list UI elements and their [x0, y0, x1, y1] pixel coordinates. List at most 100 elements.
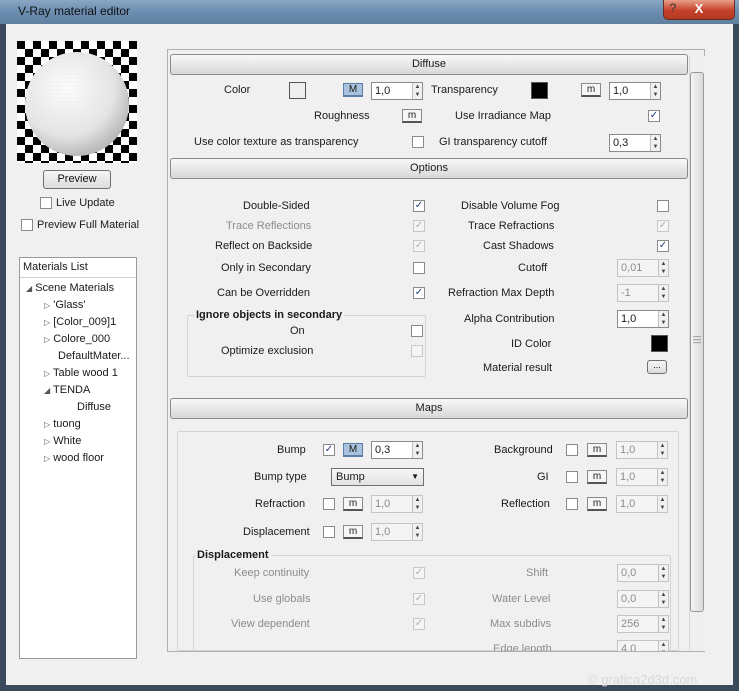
roughness-map-button[interactable]: m	[402, 109, 422, 123]
shift-spinner[interactable]: 0,0 ▲ ▼	[617, 564, 669, 582]
collapsed-arrow-icon[interactable]: ▷	[44, 369, 50, 378]
refraction-amount-spinner[interactable]: 1,0 ▲ ▼	[371, 495, 423, 513]
gi-label: GI	[537, 471, 549, 483]
tree-item[interactable]: ▷ [Color_009]1	[44, 316, 116, 328]
collapsed-arrow-icon[interactable]: ▷	[44, 318, 50, 327]
cast-shadows-checkbox[interactable]: ✓	[657, 240, 669, 252]
id-color-swatch[interactable]	[651, 335, 668, 352]
preview-full-checkbox[interactable]	[21, 219, 33, 231]
transparency-map-button[interactable]: m	[581, 83, 601, 97]
displacement-amount-spinner[interactable]: 1,0 ▲ ▼	[371, 523, 423, 541]
spinner-arrows-icon[interactable]: ▲▼	[658, 565, 668, 581]
maps-section-header[interactable]: Maps	[170, 398, 688, 419]
spinner-arrows-icon[interactable]: ▲▼	[412, 83, 422, 99]
cutoff-spinner[interactable]: 0,01 ▲ ▼	[617, 259, 669, 277]
gi-checkbox[interactable]	[566, 471, 578, 483]
spinner-arrows-icon[interactable]: ▲▼	[650, 135, 660, 151]
help-button[interactable]: ?	[660, 0, 686, 18]
view-dependent-checkbox[interactable]: ✓	[413, 618, 425, 630]
spinner-arrows-icon[interactable]: ▲▼	[658, 311, 668, 327]
irradiance-checkbox[interactable]: ✓	[648, 110, 660, 122]
options-section-header[interactable]: Options	[170, 158, 688, 179]
optimize-exclusion-checkbox[interactable]	[411, 345, 423, 357]
spinner-arrows-icon[interactable]: ▲▼	[657, 496, 667, 512]
spinner-arrows-icon[interactable]: ▲▼	[658, 591, 668, 607]
reflection-amount-spinner[interactable]: 1,0 ▲ ▼	[616, 495, 668, 513]
gi-amount-spinner[interactable]: 1,0 ▲ ▼	[616, 468, 668, 486]
scrollbar-thumb[interactable]: — — —	[690, 72, 704, 612]
spinner-arrows-icon[interactable]: ▲▼	[658, 616, 668, 632]
collapsed-arrow-icon[interactable]: ▷	[44, 420, 50, 429]
tree-item[interactable]: DefaultMater...	[58, 350, 130, 362]
preview-button[interactable]: Preview	[43, 170, 111, 189]
spinner-arrows-icon[interactable]: ▲▼	[657, 469, 667, 485]
collapsed-arrow-icon[interactable]: ▷	[44, 301, 50, 310]
spinner-arrows-icon[interactable]: ▲▼	[658, 641, 668, 651]
refraction-max-depth-spinner[interactable]: -1 ▲ ▼	[617, 284, 669, 302]
live-update-checkbox[interactable]	[40, 197, 52, 209]
expanded-arrow-icon[interactable]: ◢	[44, 386, 50, 395]
disable-volume-fog-checkbox[interactable]	[657, 200, 669, 212]
displacement-group-title: Displacement	[195, 549, 271, 561]
keep-continuity-checkbox[interactable]: ✓	[413, 567, 425, 579]
diffuse-section-header[interactable]: Diffuse	[170, 54, 688, 75]
materials-list[interactable]: Materials List ◢ Scene Materials ▷ 'Glas…	[19, 257, 137, 659]
trace-refractions-checkbox[interactable]: ✓	[657, 220, 669, 232]
displacement-checkbox[interactable]	[323, 526, 335, 538]
refraction-map-button[interactable]: m	[343, 497, 363, 511]
spinner-arrows-icon[interactable]: ▲▼	[412, 442, 422, 458]
spinner-arrows-icon[interactable]: ▲▼	[412, 524, 422, 540]
expanded-arrow-icon[interactable]: ◢	[26, 284, 32, 293]
spinner-arrows-icon[interactable]: ▲▼	[657, 442, 667, 458]
tree-item[interactable]: ▷ 'Glass'	[44, 299, 86, 311]
spinner-arrows-icon[interactable]: ▲▼	[658, 260, 668, 276]
max-subdivs-spinner[interactable]: 256 ▲ ▼	[617, 615, 669, 633]
spinner-arrows-icon[interactable]: ▲▼	[412, 496, 422, 512]
collapsed-arrow-icon[interactable]: ▷	[44, 454, 50, 463]
collapsed-arrow-icon[interactable]: ▷	[44, 437, 50, 446]
water-level-spinner[interactable]: 0,0 ▲ ▼	[617, 590, 669, 608]
bump-amount-spinner[interactable]: 0,3 ▲ ▼	[371, 441, 423, 459]
reflection-checkbox[interactable]	[566, 498, 578, 510]
tree-item[interactable]: ▷ Colore_000	[44, 333, 110, 345]
bump-checkbox[interactable]: ✓	[323, 444, 335, 456]
double-sided-checkbox[interactable]: ✓	[413, 200, 425, 212]
material-result-button[interactable]: ...	[647, 360, 667, 374]
color-amount-spinner[interactable]: 1,0 ▲ ▼	[371, 82, 423, 100]
trace-reflections-checkbox[interactable]: ✓	[413, 220, 425, 232]
reflection-label: Reflection	[501, 498, 550, 510]
bump-type-dropdown[interactable]: Bump ▼	[331, 468, 424, 486]
reflection-map-button[interactable]: m	[587, 497, 607, 511]
displacement-map-button[interactable]: m	[343, 525, 363, 539]
refraction-checkbox[interactable]	[323, 498, 335, 510]
tree-item[interactable]: ▷ wood floor	[44, 452, 104, 464]
color-swatch[interactable]	[289, 82, 306, 99]
water-level-value: 0,0	[621, 593, 637, 605]
background-map-button[interactable]: m	[587, 443, 607, 457]
transparency-amount-spinner[interactable]: 1,0 ▲ ▼	[609, 82, 661, 100]
tree-item-selected[interactable]: ◢ TENDA	[44, 384, 90, 396]
background-amount-spinner[interactable]: 1,0 ▲ ▼	[616, 441, 668, 459]
use-globals-checkbox[interactable]: ✓	[413, 593, 425, 605]
gi-cutoff-spinner[interactable]: 0,3 ▲ ▼	[609, 134, 661, 152]
spinner-arrows-icon[interactable]: ▲▼	[650, 83, 660, 99]
gi-map-button[interactable]: m	[587, 470, 607, 484]
tree-item[interactable]: ▷ White	[44, 435, 81, 447]
tree-item[interactable]: ▷ Table wood 1	[44, 367, 118, 379]
background-checkbox[interactable]	[566, 444, 578, 456]
reflect-backside-checkbox[interactable]: ✓	[413, 240, 425, 252]
tree-subitem[interactable]: Diffuse	[77, 401, 111, 413]
can-be-overridden-checkbox[interactable]: ✓	[413, 287, 425, 299]
tree-item[interactable]: ▷ tuong	[44, 418, 81, 430]
bump-map-button[interactable]: M	[343, 443, 363, 457]
ignore-on-checkbox[interactable]	[411, 325, 423, 337]
edge-length-spinner[interactable]: 4,0 ▲▼	[617, 640, 669, 651]
transparency-swatch[interactable]	[531, 82, 548, 99]
color-tex-transparency-checkbox[interactable]	[412, 136, 424, 148]
alpha-contribution-spinner[interactable]: 1,0 ▲ ▼	[617, 310, 669, 328]
tree-root[interactable]: ◢ Scene Materials	[26, 282, 114, 294]
spinner-arrows-icon[interactable]: ▲▼	[658, 285, 668, 301]
collapsed-arrow-icon[interactable]: ▷	[44, 335, 50, 344]
only-secondary-checkbox[interactable]	[413, 262, 425, 274]
color-map-button[interactable]: M	[343, 83, 363, 97]
